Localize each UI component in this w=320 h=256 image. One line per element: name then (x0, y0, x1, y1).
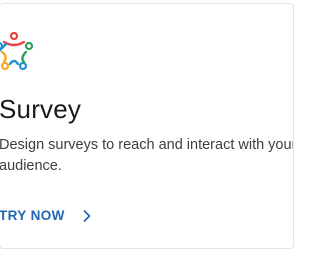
chevron-right-icon (83, 209, 91, 222)
survey-card: Survey Design surveys to reach and inter… (0, 3, 294, 249)
try-now-label: TRY NOW (0, 208, 65, 223)
card-title: Survey (0, 94, 82, 124)
card-description: Design surveys to reach and interact wit… (0, 137, 294, 174)
try-now-link[interactable]: TRY NOW (0, 208, 91, 223)
people-circle-icon (0, 31, 34, 71)
